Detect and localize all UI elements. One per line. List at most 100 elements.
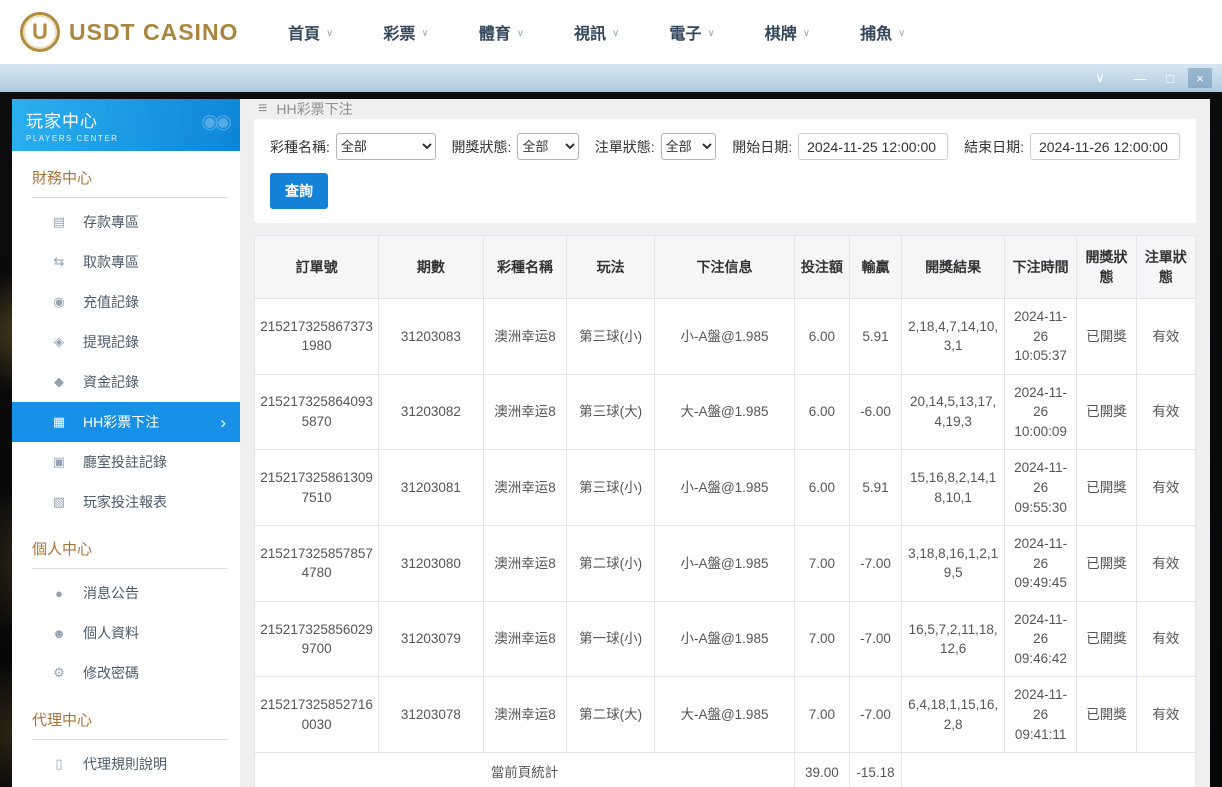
- hall-bet-record-icon: ▣: [50, 454, 68, 470]
- sidebar-item[interactable]: ◉ 充值記錄: [12, 282, 240, 322]
- nav-item[interactable]: 捕魚∨: [860, 20, 905, 44]
- lottery-name-select[interactable]: 全部: [336, 133, 436, 160]
- start-date-label: 開始日期:: [732, 137, 792, 157]
- sidebar-item[interactable]: ▣廳室投註記錄: [12, 442, 240, 482]
- cell-bet-amount: 7.00: [795, 677, 850, 753]
- sidebar-section-title: 財務中心: [32, 167, 228, 198]
- sidebar-item[interactable]: ▤存款專區: [12, 202, 240, 242]
- cell-lottery-name: 澳洲幸运8: [483, 601, 567, 677]
- sidebar-item[interactable]: ▯代理規則說明: [12, 744, 240, 784]
- cell-bet-time: 2024-11-26 09:49:45: [1004, 526, 1076, 602]
- sidebar-item-label: 充值記錄: [83, 292, 139, 312]
- player-report-icon: ▧: [50, 494, 68, 510]
- sidebar-item[interactable]: ▧玩家投注報表: [12, 482, 240, 522]
- cell-order-status: 有效: [1136, 374, 1195, 450]
- table-row: 215217325867373198031203083澳洲幸运8第三球(小)小-…: [255, 299, 1196, 375]
- sidebar-sections: 財務中心 ▤存款專區⇆取款專區 ◉ 充值記錄 ◈提現記錄◆資金記錄▦HH彩票下注›▣廳室…: [12, 151, 240, 784]
- sidebar-item[interactable]: ⇆取款專區: [12, 242, 240, 282]
- window-close-button[interactable]: ×: [1188, 68, 1212, 88]
- gear-icon: ⚙: [50, 665, 68, 681]
- window-minimize-button[interactable]: —: [1128, 68, 1152, 88]
- sidebar-item[interactable]: ☻個人資料: [12, 613, 240, 653]
- col-header-draw-status: 開獎狀態: [1077, 236, 1136, 299]
- recharge-record-icon: ◉: [50, 294, 68, 310]
- nav-item[interactable]: 棋牌∨: [765, 20, 810, 44]
- sidebar-item-label: 取款專區: [83, 252, 139, 272]
- document-icon: ▯: [50, 756, 68, 772]
- window-dropdown-icon[interactable]: ∨: [1088, 68, 1112, 88]
- order-status-label: 注單狀態:: [595, 137, 655, 157]
- cell-period: 31203079: [379, 601, 483, 677]
- lottery-ticket-icon: ▦: [50, 414, 68, 430]
- nav-item-label: 視訊: [574, 20, 606, 44]
- cell-win-loss: -7.00: [849, 601, 902, 677]
- end-date-label: 結束日期:: [964, 137, 1024, 157]
- cell-bet-time: 2024-11-26 10:00:09: [1004, 374, 1076, 450]
- cell-win-loss: -7.00: [849, 677, 902, 753]
- table-row: 215217325857857478031203080澳洲幸运8第二球(小)小-…: [255, 526, 1196, 602]
- cell-period: 31203080: [379, 526, 483, 602]
- sidebar-item[interactable]: ◈提現記錄: [12, 322, 240, 362]
- table-row: 215217325861309751031203081澳洲幸运8第三球(小)小-…: [255, 450, 1196, 526]
- cell-draw-result: 20,14,5,13,17,4,19,3: [902, 374, 1005, 450]
- window-maximize-button[interactable]: □: [1158, 68, 1182, 88]
- cell-order-status: 有效: [1136, 450, 1195, 526]
- cell-bet-info: 小-A盤@1.985: [654, 299, 794, 375]
- col-header-order-status: 注單狀態: [1136, 236, 1195, 299]
- nav-item[interactable]: 視訊 ∨: [574, 20, 619, 44]
- filter-panel: 彩種名稱: 全部 開獎狀態: 全部 注單狀態: 全部 開始日期: 結束日期: 查…: [254, 119, 1196, 223]
- cell-win-loss: 5.91: [849, 450, 902, 526]
- cell-win-loss: -6.00: [849, 374, 902, 450]
- col-header-play-type: 玩法: [567, 236, 655, 299]
- draw-status-select[interactable]: 全部: [517, 133, 578, 160]
- sidebar-item[interactable]: ⚙修改密碼: [12, 653, 240, 693]
- search-button[interactable]: 查詢: [270, 173, 328, 209]
- breadcrumb: ≡ HH彩票下注: [240, 99, 1210, 119]
- summary-bet-total: 39.00: [795, 753, 850, 787]
- site-header: U USDT CASINO 首頁∨彩票∨體育∨視訊∨電子∨棋牌∨捕魚∨: [0, 0, 1222, 64]
- cell-order-status: 有效: [1136, 526, 1195, 602]
- cell-draw-result: 15,16,8,2,14,18,10,1: [902, 450, 1005, 526]
- sidebar-item[interactable]: ◆資金記錄: [12, 362, 240, 402]
- hamburger-icon[interactable]: ≡: [258, 100, 267, 118]
- nav-item[interactable]: 首頁∨: [288, 20, 333, 44]
- main-nav: 首頁∨彩票∨體育∨視訊∨電子∨棋牌∨捕魚∨: [288, 20, 905, 44]
- cell-period: 31203082: [379, 374, 483, 450]
- cell-lottery-name: 澳洲幸运8: [483, 526, 567, 602]
- nav-item[interactable]: 體育∨: [479, 20, 524, 44]
- cell-order-no: 2152173258578574780: [255, 526, 379, 602]
- cell-order-no: 2152173258560299700: [255, 601, 379, 677]
- table-body: 215217325867373198031203083澳洲幸运8第三球(小)小-…: [255, 299, 1196, 787]
- logo-u-icon: U: [20, 12, 60, 52]
- cell-bet-amount: 7.00: [795, 601, 850, 677]
- chevron-down-icon: ∨: [898, 28, 905, 39]
- start-date-input[interactable]: [798, 133, 948, 160]
- chevron-down-icon: ∨: [421, 28, 428, 39]
- cell-bet-amount: 6.00: [795, 450, 850, 526]
- cell-draw-status: 已開獎: [1077, 450, 1136, 526]
- sidebar-item-label: 存款專區: [83, 212, 139, 232]
- cell-play-type: 第三球(小): [567, 450, 655, 526]
- order-status-select[interactable]: 全部: [661, 133, 717, 160]
- nav-item-label: 首頁: [288, 20, 320, 44]
- nav-item[interactable]: 電子∨: [669, 20, 714, 44]
- sidebar-item[interactable]: ●消息公告: [12, 573, 240, 613]
- cell-draw-result: 6,4,18,1,15,16,2,8: [902, 677, 1005, 753]
- cell-bet-amount: 6.00: [795, 299, 850, 375]
- nav-item[interactable]: 彩票∨: [383, 20, 428, 44]
- summary-row: 當前頁統計39.00-15.18: [255, 753, 1196, 787]
- sidebar-item[interactable]: ▦HH彩票下注›: [12, 402, 240, 442]
- cell-period: 31203078: [379, 677, 483, 753]
- col-header-lottery-name: 彩種名稱: [483, 236, 567, 299]
- end-date-input[interactable]: [1030, 133, 1180, 160]
- sidebar-section-title: 個人中心: [32, 538, 228, 569]
- nav-item-label: 電子: [669, 20, 701, 44]
- cell-draw-status: 已開獎: [1077, 299, 1136, 375]
- cell-bet-amount: 6.00: [795, 374, 850, 450]
- cell-play-type: 第二球(小): [567, 526, 655, 602]
- player-center-title: 玩家中心: [26, 107, 226, 132]
- chevron-down-icon: ∨: [612, 28, 619, 39]
- cell-draw-status: 已開獎: [1077, 677, 1136, 753]
- cell-draw-result: 2,18,4,7,14,10,3,1: [902, 299, 1005, 375]
- cell-period: 31203083: [379, 299, 483, 375]
